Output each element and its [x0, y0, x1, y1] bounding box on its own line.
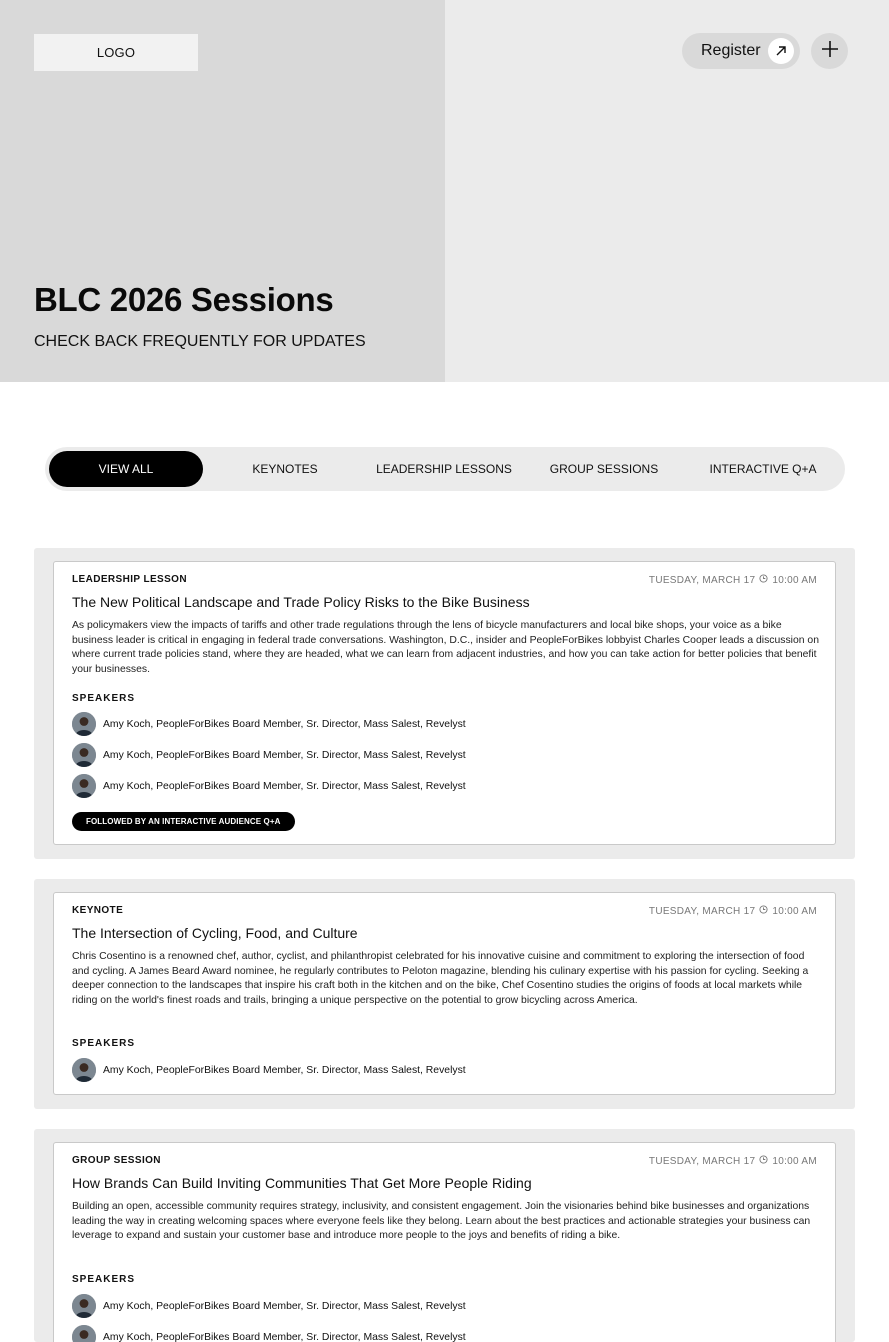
tab-interactive-qa[interactable]: INTERACTIVE Q+A [686, 451, 840, 487]
session-date: TUESDAY, MARCH 17 [648, 574, 756, 586]
speaker-name: Amy Koch, PeopleForBikes Board Member, S… [103, 1064, 466, 1076]
filter-tabs: VIEW ALL KEYNOTES LEADERSHIP LESSONS GRO… [45, 447, 845, 491]
session-date: TUESDAY, MARCH 17 [648, 1155, 756, 1167]
speakers-heading: SPEAKERS [72, 1274, 136, 1285]
session-card-wrapper: LEADERSHIP LESSON TUESDAY, MARCH 17 10:0… [34, 548, 855, 859]
session-description: Building an open, accessible community r… [72, 1201, 811, 1241]
clock-icon [759, 574, 768, 586]
speaker-name: Amy Koch, PeopleForBikes Board Member, S… [103, 749, 466, 761]
avatar [72, 1058, 96, 1082]
arrow-up-right-icon [768, 38, 794, 64]
session-datetime: TUESDAY, MARCH 17 10:00 AM [649, 905, 817, 917]
session-description: As policymakers view the impacts of tari… [72, 620, 819, 675]
page-subtitle: CHECK BACK FREQUENTLY FOR UPDATES [34, 333, 366, 350]
speakers-heading: SPEAKERS [72, 693, 136, 704]
speaker-name: Amy Koch, PeopleForBikes Board Member, S… [103, 1300, 466, 1312]
register-label: Register [701, 42, 761, 59]
session-card[interactable]: LEADERSHIP LESSON TUESDAY, MARCH 17 10:0… [53, 561, 836, 845]
session-type: GROUP SESSION [72, 1155, 161, 1166]
avatar [72, 1325, 96, 1342]
tab-keynotes[interactable]: KEYNOTES [208, 451, 362, 487]
session-type: KEYNOTE [72, 905, 124, 916]
session-description: Chris Cosentino is a renowned chef, auth… [72, 951, 809, 1006]
avatar [72, 774, 96, 798]
speaker-item: Amy Koch, PeopleForBikes Board Member, S… [72, 712, 466, 736]
speaker-item: Amy Koch, PeopleForBikes Board Member, S… [72, 774, 466, 798]
logo[interactable]: LOGO [34, 34, 198, 71]
avatar [72, 743, 96, 767]
session-card[interactable]: GROUP SESSION TUESDAY, MARCH 17 10:00 AM… [53, 1142, 836, 1342]
register-button[interactable]: Register [682, 33, 800, 69]
session-card-wrapper: GROUP SESSION TUESDAY, MARCH 17 10:00 AM… [34, 1129, 855, 1342]
qa-badge: FOLLOWED BY AN INTERACTIVE AUDIENCE Q+A [72, 812, 295, 831]
avatar [72, 712, 96, 736]
session-date: TUESDAY, MARCH 17 [648, 905, 756, 917]
clock-icon [759, 905, 768, 917]
speaker-item: Amy Koch, PeopleForBikes Board Member, S… [72, 1294, 466, 1318]
session-datetime: TUESDAY, MARCH 17 10:00 AM [649, 574, 817, 586]
session-card-wrapper: KEYNOTE TUESDAY, MARCH 17 10:00 AM The I… [34, 879, 855, 1109]
speaker-item: Amy Koch, PeopleForBikes Board Member, S… [72, 1058, 466, 1082]
session-datetime: TUESDAY, MARCH 17 10:00 AM [649, 1155, 817, 1167]
speaker-item: Amy Koch, PeopleForBikes Board Member, S… [72, 1325, 466, 1342]
speakers-heading: SPEAKERS [72, 1038, 136, 1049]
session-time: 10:00 AM [772, 905, 817, 917]
session-title: The Intersection of Cycling, Food, and C… [72, 925, 358, 941]
logo-text: LOGO [96, 45, 136, 60]
session-time: 10:00 AM [772, 574, 817, 586]
speaker-name: Amy Koch, PeopleForBikes Board Member, S… [103, 1331, 466, 1342]
session-card[interactable]: KEYNOTE TUESDAY, MARCH 17 10:00 AM The I… [53, 892, 836, 1095]
clock-icon [759, 1155, 768, 1167]
session-time: 10:00 AM [772, 1155, 817, 1167]
hero-banner: LOGO Register BLC 2026 Sessions CHECK BA… [0, 0, 889, 382]
add-button[interactable] [811, 33, 848, 69]
tab-leadership-lessons[interactable]: LEADERSHIP LESSONS [367, 451, 521, 487]
session-title: The New Political Landscape and Trade Po… [72, 594, 530, 610]
tab-group-sessions[interactable]: GROUP SESSIONS [527, 451, 681, 487]
speaker-item: Amy Koch, PeopleForBikes Board Member, S… [72, 743, 466, 767]
speaker-name: Amy Koch, PeopleForBikes Board Member, S… [103, 780, 466, 792]
speaker-name: Amy Koch, PeopleForBikes Board Member, S… [103, 718, 466, 730]
session-title: How Brands Can Build Inviting Communitie… [72, 1175, 532, 1191]
avatar [72, 1294, 96, 1318]
session-type: LEADERSHIP LESSON [72, 574, 187, 585]
plus-icon [821, 40, 839, 63]
page-title: BLC 2026 Sessions [34, 281, 334, 318]
tab-view-all[interactable]: VIEW ALL [49, 451, 203, 487]
